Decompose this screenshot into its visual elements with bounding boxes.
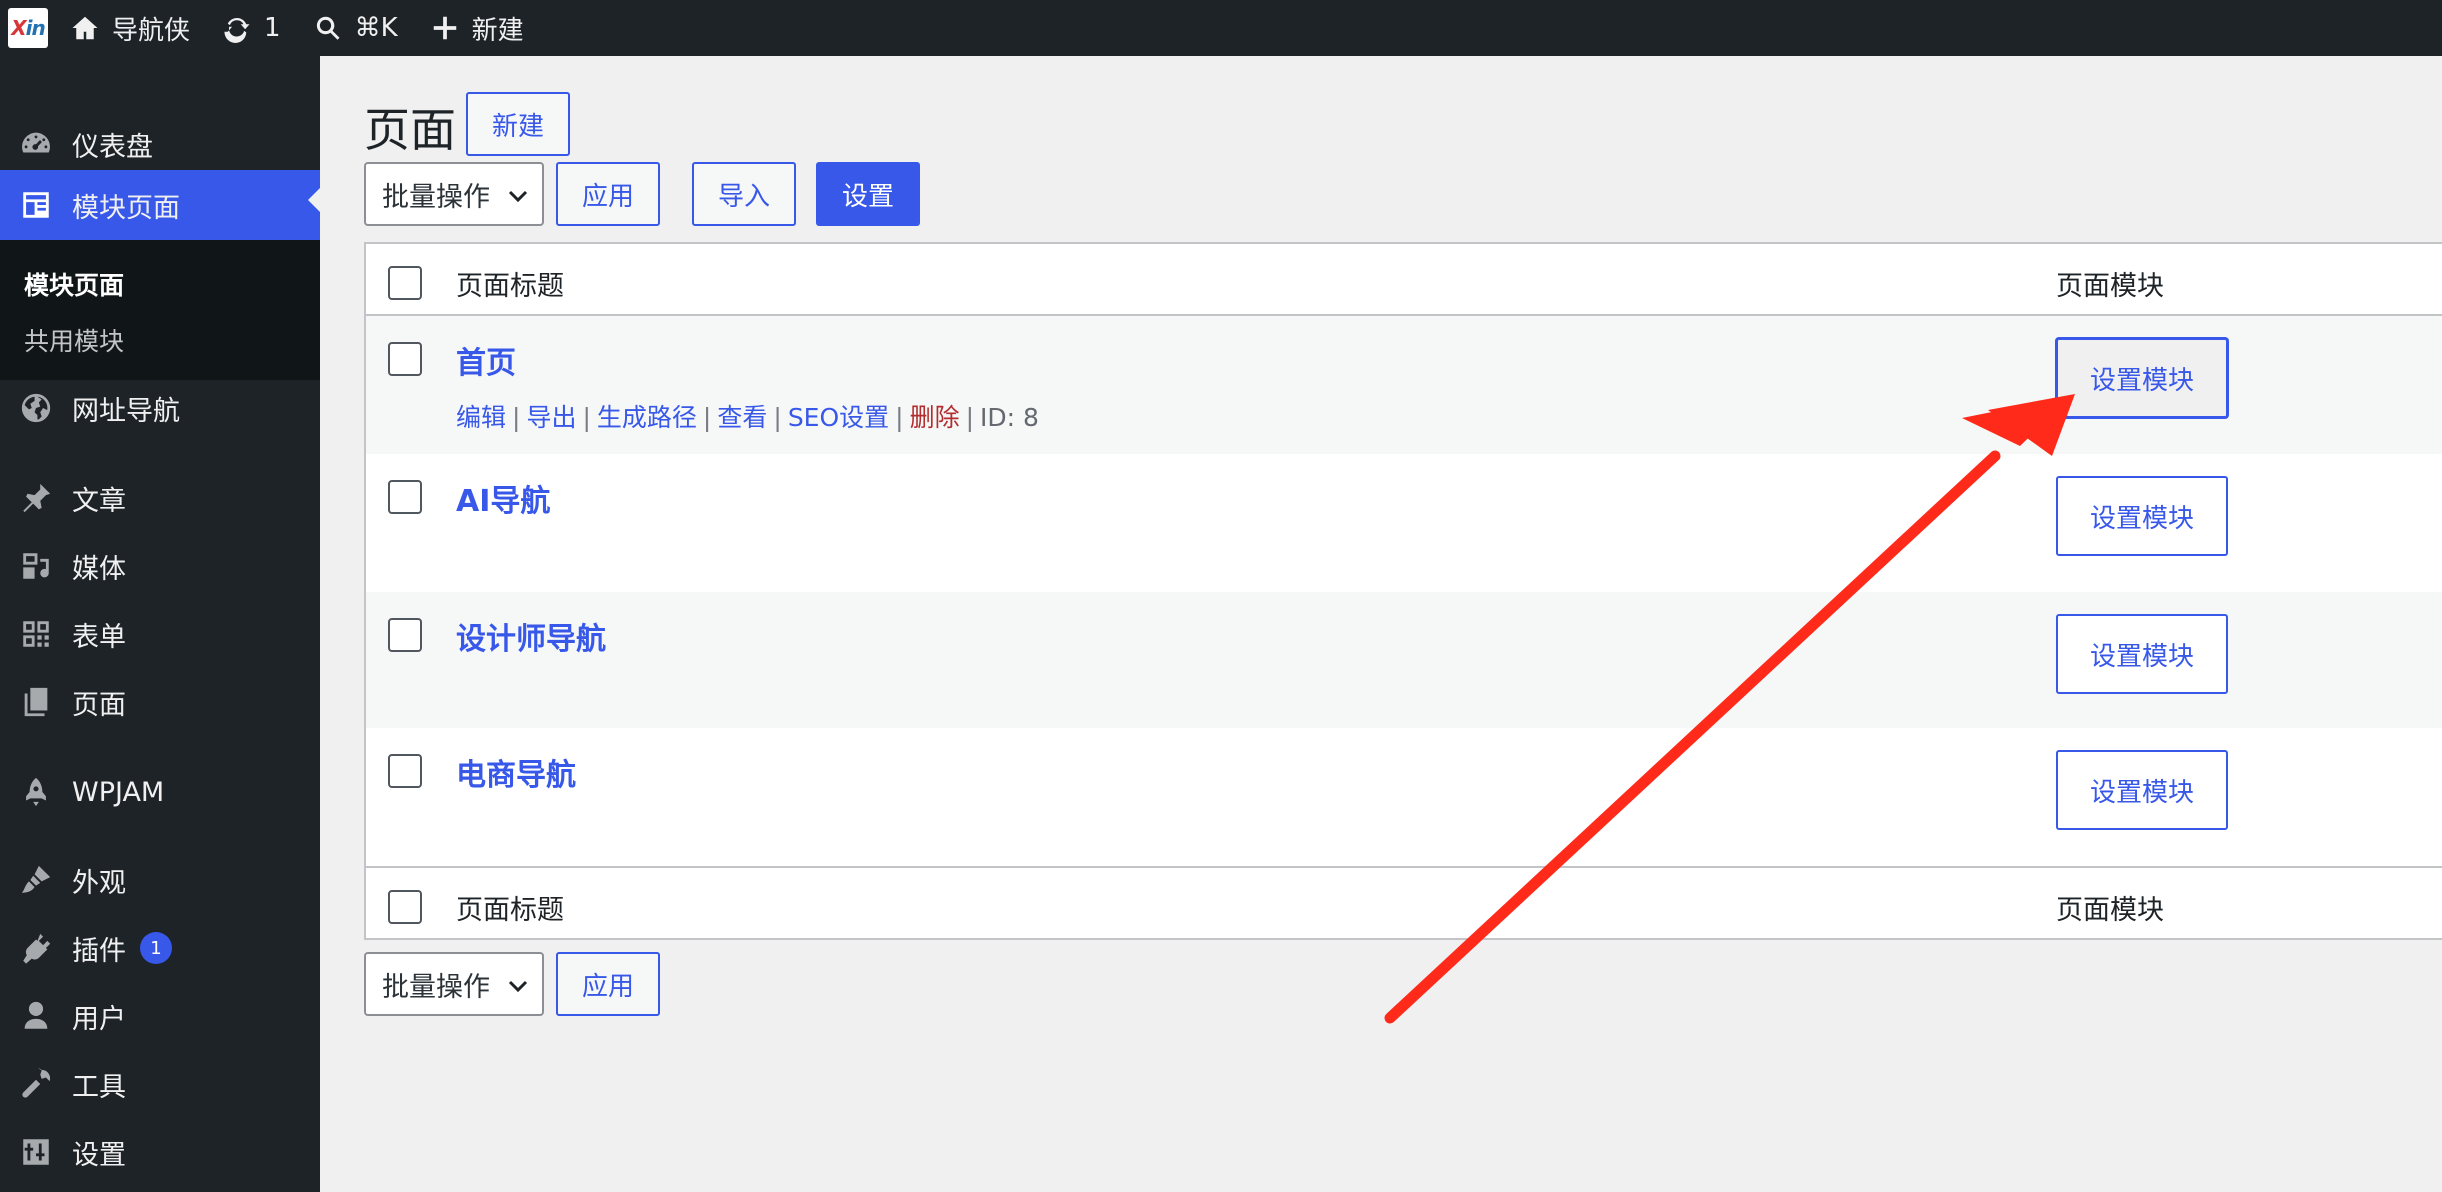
menu-module-pages[interactable]: 模块页面 — [0, 170, 320, 240]
dashboard-icon — [22, 132, 50, 153]
menu-posts[interactable]: 文章 — [0, 468, 320, 528]
row-checkbox[interactable] — [388, 342, 422, 376]
table-row: 设计师导航 设置模块 — [366, 592, 2442, 728]
row-title-link[interactable]: 首页 — [456, 338, 516, 382]
bulk-action-select-top[interactable]: 批量操作 — [364, 162, 544, 226]
menu-appearance[interactable]: 外观 — [0, 850, 320, 910]
row-title-link[interactable]: 设计师导航 — [456, 614, 606, 658]
select-all-checkbox[interactable] — [388, 266, 422, 300]
page-title: 页面 — [364, 103, 456, 157]
site-name: 导航侠 — [112, 15, 191, 46]
home-icon — [72, 16, 98, 40]
set-module-button[interactable]: 设置模块 — [2056, 476, 2228, 556]
pages-icon — [24, 687, 48, 717]
media-icon — [23, 553, 49, 579]
table-row: AI导航 设置模块 — [366, 454, 2442, 592]
apply-button-top[interactable]: 应用 — [556, 162, 660, 226]
refresh-icon — [224, 17, 250, 43]
view-link[interactable]: 查看 — [717, 403, 767, 432]
table-footer: 页面标题 页面模块 — [366, 866, 2442, 940]
row-checkbox[interactable] — [388, 480, 422, 514]
submenu-module-pages: 模块页面 共用模块 — [0, 240, 320, 380]
pin-icon — [23, 483, 51, 513]
apply-button-bottom[interactable]: 应用 — [556, 952, 660, 1016]
row-actions: 编辑 | 导出 | 生成路径 | 查看 | SEO设置 | 删除 | ID: 8 — [456, 403, 1039, 432]
admin-sidebar: 仪表盘 模块页面 模块页面 共用模块 网址导航 文章 媒体 表单 页面 WPJA… — [0, 56, 320, 1192]
settings-icon — [23, 1139, 49, 1165]
search-shortcut: ⌘K — [354, 13, 398, 43]
row-id: ID: 8 — [980, 403, 1039, 432]
column-footer-title[interactable]: 页面标题 — [456, 888, 564, 927]
plugin-icon — [23, 933, 51, 964]
site-home-link[interactable]: 导航侠 — [56, 0, 208, 56]
brush-icon — [21, 865, 51, 893]
bulk-action-select-bottom[interactable]: 批量操作 — [364, 952, 544, 1016]
generate-route-link[interactable]: 生成路径 — [597, 403, 697, 432]
xin-logo-icon: Xin — [8, 8, 48, 48]
search-icon — [316, 16, 340, 40]
plugin-update-badge: 1 — [140, 932, 172, 964]
menu-users[interactable]: 用户 — [0, 986, 320, 1046]
row-title-link[interactable]: 电商导航 — [456, 750, 576, 794]
seo-settings-link[interactable]: SEO设置 — [788, 403, 889, 432]
new-content-link[interactable]: 新建 — [416, 0, 542, 56]
select-all-checkbox-footer[interactable] — [388, 890, 422, 924]
search-link[interactable]: ⌘K — [299, 0, 416, 56]
menu-wpjam[interactable]: WPJAM — [0, 762, 320, 822]
menu-settings[interactable]: 设置 — [0, 1122, 320, 1182]
grid-icon — [23, 621, 49, 647]
row-title-link[interactable]: AI导航 — [456, 476, 550, 520]
site-logo[interactable]: Xin — [0, 0, 56, 56]
column-header-title[interactable]: 页面标题 — [456, 264, 564, 303]
menu-forms[interactable]: 表单 — [0, 604, 320, 664]
table-row: 电商导航 设置模块 — [366, 728, 2442, 866]
wrench-icon — [22, 1068, 51, 1098]
set-module-button[interactable]: 设置模块 — [2056, 750, 2228, 830]
admin-bar: Xin 导航侠 1 ⌘K 新建 — [0, 0, 2442, 56]
chevron-down-icon — [508, 190, 528, 203]
globe-icon — [21, 393, 51, 423]
pages-table: 页面标题 页面模块 首页 编辑 | 导出 | 生成路径 | 查看 | SEO设置 | 删除 | ID: … — [364, 242, 2442, 940]
row-checkbox[interactable] — [388, 754, 422, 788]
new-label: 新建 — [471, 15, 524, 46]
plus-icon — [433, 16, 456, 40]
delete-link[interactable]: 删除 — [910, 403, 960, 432]
rocket-icon — [26, 777, 46, 807]
submenu-item-shared-modules[interactable]: 共用模块 — [24, 322, 124, 358]
updates-link[interactable]: 1 — [208, 0, 299, 56]
updates-count: 1 — [264, 13, 281, 43]
chevron-down-icon — [508, 980, 528, 993]
edit-link[interactable]: 编辑 — [456, 403, 506, 432]
column-header-module: 页面模块 — [2056, 271, 2164, 302]
menu-media[interactable]: 媒体 — [0, 536, 320, 596]
settings-button[interactable]: 设置 — [816, 162, 920, 226]
row-checkbox[interactable] — [388, 618, 422, 652]
menu-dashboard[interactable]: 仪表盘 — [0, 114, 320, 174]
menu-plugins[interactable]: 插件 1 — [0, 918, 320, 978]
add-new-button[interactable]: 新建 — [466, 92, 570, 156]
layout-icon — [23, 192, 49, 218]
set-module-button[interactable]: 设置模块 — [2056, 338, 2228, 418]
menu-tools[interactable]: 工具 — [0, 1054, 320, 1114]
import-button[interactable]: 导入 — [692, 162, 796, 226]
menu-url-navigation[interactable]: 网址导航 — [0, 378, 320, 438]
submenu-item-module-pages[interactable]: 模块页面 — [24, 266, 124, 302]
menu-pages[interactable]: 页面 — [0, 672, 320, 732]
user-icon — [24, 1001, 48, 1029]
table-row: 首页 编辑 | 导出 | 生成路径 | 查看 | SEO设置 | 删除 | ID: 8 设置模块 — [366, 316, 2442, 454]
export-link[interactable]: 导出 — [526, 403, 576, 432]
column-footer-module: 页面模块 — [2056, 895, 2164, 926]
table-header: 页面标题 页面模块 — [366, 244, 2442, 316]
set-module-button[interactable]: 设置模块 — [2056, 614, 2228, 694]
